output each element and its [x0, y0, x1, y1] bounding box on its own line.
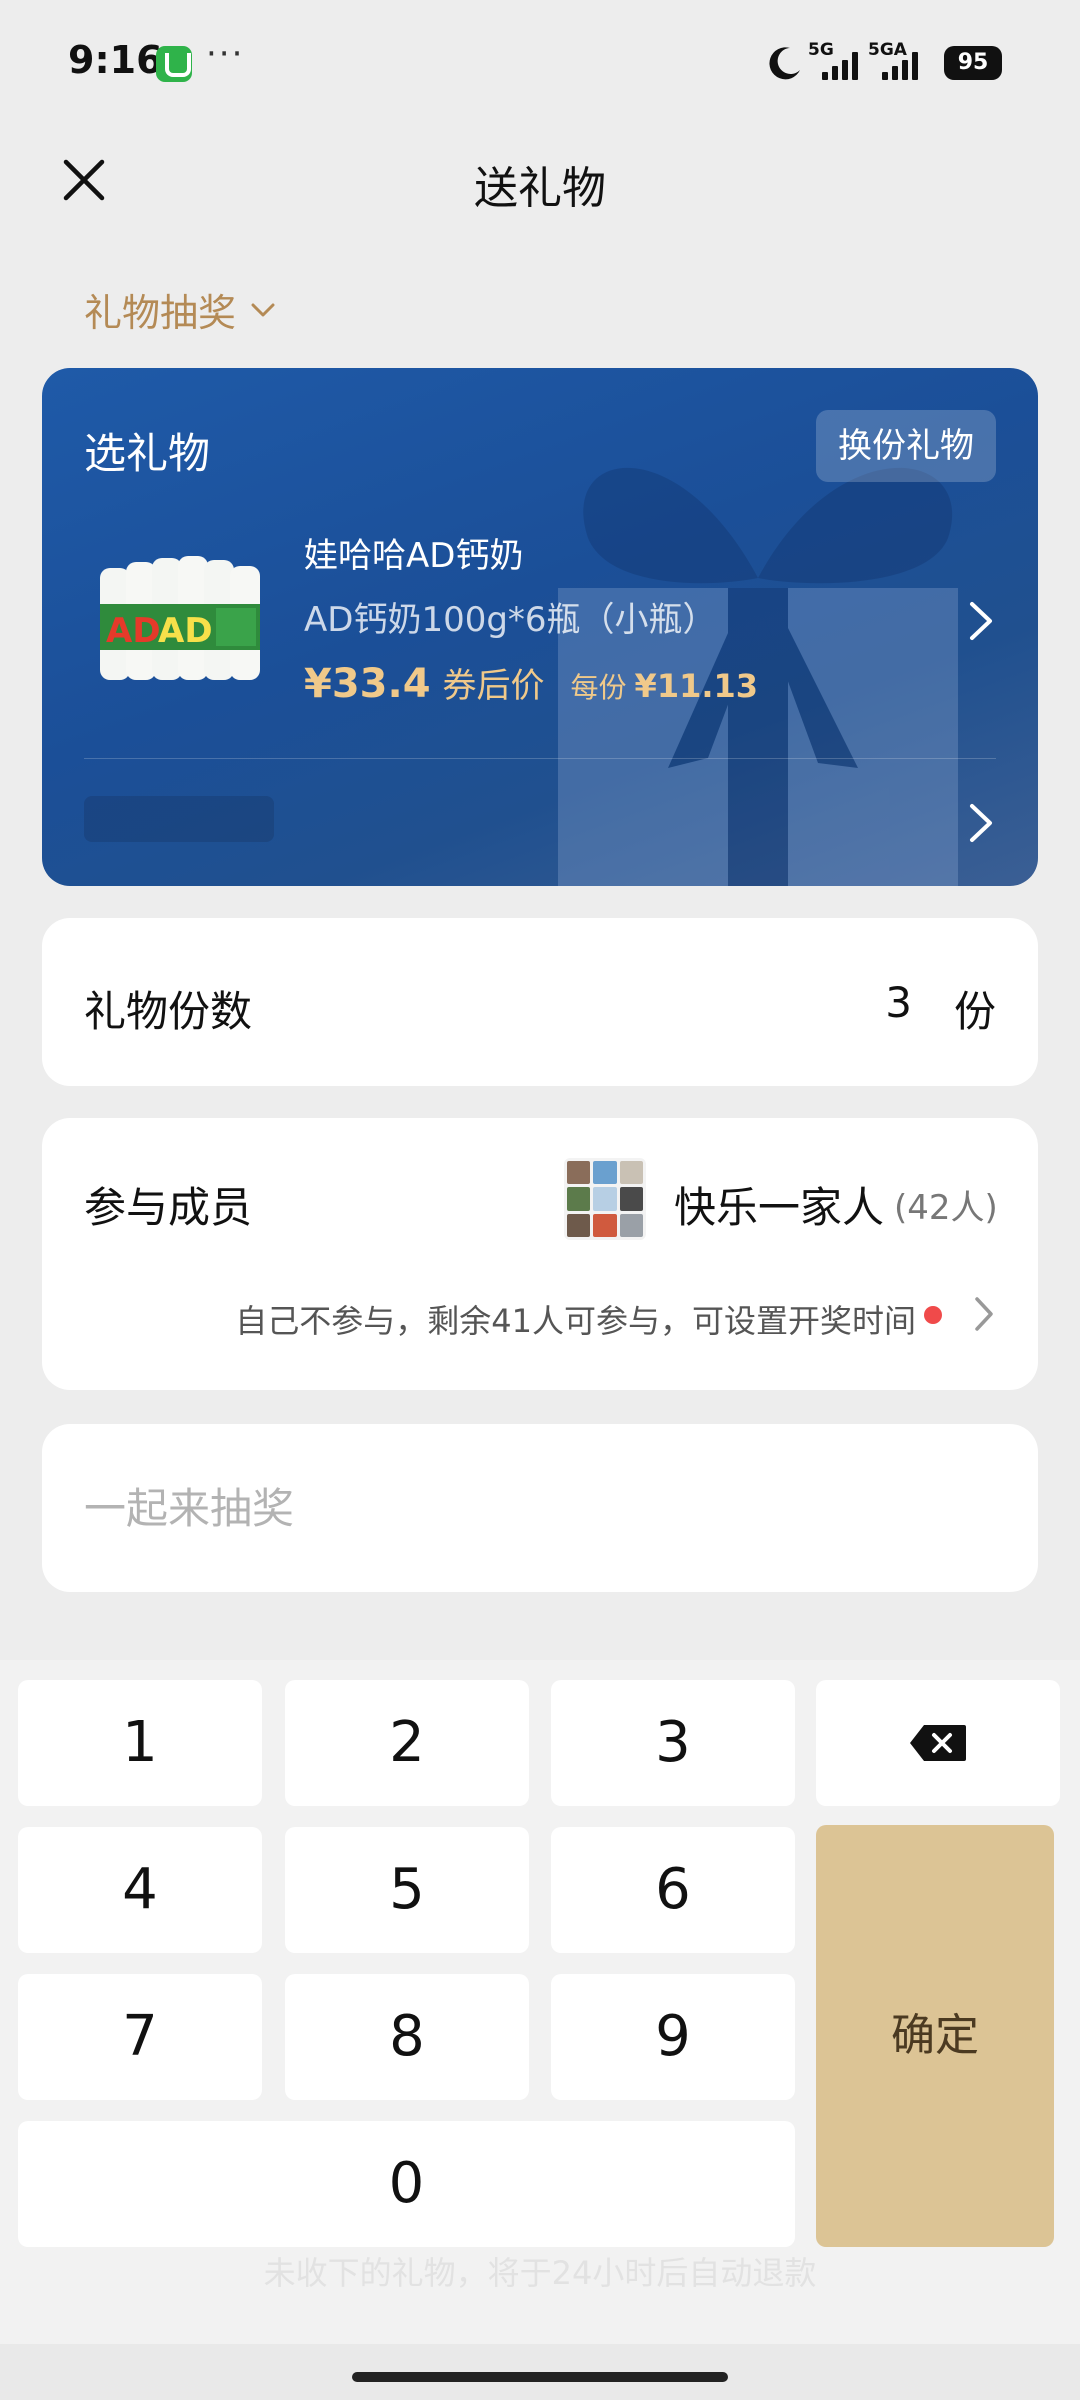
quantity-label: 礼物份数: [84, 987, 253, 1036]
participants-card[interactable]: 参与成员 快乐一家人 (42人) 自己不参与，剩余41人可参与，可设置开奖时间: [42, 1118, 1038, 1390]
change-gift-button[interactable]: 换份礼物: [816, 410, 996, 482]
key-2-label: 2: [389, 1710, 425, 1775]
more-notifications-icon: ···: [206, 34, 245, 74]
product-spec: AD钙奶100g*6瓶（小瓶）: [304, 600, 717, 640]
svg-text:AD: AD: [158, 611, 213, 651]
chevron-right-icon[interactable]: [966, 598, 996, 644]
page-title: 送礼物: [474, 163, 606, 214]
participants-label: 参与成员: [84, 1183, 253, 1232]
key-3-label: 3: [655, 1710, 691, 1775]
per-share-price: ¥11.13: [634, 667, 759, 705]
app-notification-icon: [156, 46, 192, 82]
price-row: ¥33.4 券后价 每份 ¥11.13: [304, 658, 758, 707]
quantity-value[interactable]: 3: [885, 978, 912, 1027]
group-member-count: (42人): [894, 1188, 998, 1228]
home-indicator[interactable]: [352, 2372, 728, 2382]
svg-text:AD: AD: [106, 611, 161, 651]
chevron-right-icon[interactable]: [966, 800, 996, 846]
message-card[interactable]: [42, 1424, 1038, 1592]
key-3[interactable]: 3: [551, 1680, 795, 1806]
key-9[interactable]: 9: [551, 1974, 795, 2100]
key-1-label: 1: [122, 1710, 158, 1775]
key-2[interactable]: 2: [285, 1680, 529, 1806]
backspace-icon: [910, 1725, 966, 1761]
card-second-row[interactable]: [84, 796, 274, 842]
key-6-label: 6: [655, 1857, 691, 1922]
key-5[interactable]: 5: [285, 1827, 529, 1953]
group-avatar: [564, 1158, 646, 1240]
key-7[interactable]: 7: [18, 1974, 262, 2100]
quantity-unit: 份: [953, 987, 996, 1036]
key-8[interactable]: 8: [285, 1974, 529, 2100]
group-name: 快乐一家人: [674, 1183, 885, 1232]
product-name[interactable]: 娃哈哈AD钙奶: [304, 528, 523, 577]
key-0[interactable]: 0: [18, 2121, 795, 2247]
backspace-key[interactable]: [816, 1680, 1060, 1806]
key-6[interactable]: 6: [551, 1827, 795, 1953]
notification-dot: [924, 1306, 942, 1324]
key-0-label: 0: [388, 2151, 425, 2216]
gift-card-title: 选礼物: [84, 429, 211, 478]
status-time: 9:16: [68, 38, 163, 82]
participants-note: 自己不参与，剩余41人可参与，可设置开奖时间: [235, 1302, 916, 1340]
key-1[interactable]: 1: [18, 1680, 262, 1806]
key-9-label: 9: [655, 2004, 691, 2069]
key-4[interactable]: 4: [18, 1827, 262, 1953]
key-5-label: 5: [389, 1857, 425, 1922]
refund-note: 未收下的礼物，将于24小时后自动退款: [263, 2254, 817, 2292]
key-7-label: 7: [122, 2004, 158, 2069]
gift-card: 选礼物 换份礼物 AD AD 娃哈哈AD钙奶 AD钙奶100g*6瓶（小瓶） ¥…: [42, 368, 1038, 886]
coupon-price-label: 券后价: [442, 666, 545, 706]
mode-label: 礼物抽奖: [84, 291, 237, 335]
status-bar: 9:16 ··· 5G 5GA 95: [0, 0, 1080, 130]
chevron-down-icon: [251, 303, 275, 316]
card-divider: [84, 758, 996, 759]
coupon-price: ¥33.4: [304, 661, 431, 707]
chevron-right-icon[interactable]: [972, 1294, 996, 1334]
per-share-label: 每份: [570, 671, 627, 704]
battery-icon: 95: [944, 46, 1002, 80]
key-4-label: 4: [122, 1857, 158, 1922]
key-8-label: 8: [389, 2004, 425, 2069]
gift-quantity-row[interactable]: 礼物份数 3 份: [42, 918, 1038, 1086]
moon-icon: [769, 47, 800, 80]
mode-selector[interactable]: 礼物抽奖: [84, 282, 280, 337]
product-image[interactable]: AD AD: [96, 538, 264, 694]
message-input[interactable]: [84, 1474, 984, 1542]
confirm-button[interactable]: 确定: [816, 1825, 1054, 2247]
